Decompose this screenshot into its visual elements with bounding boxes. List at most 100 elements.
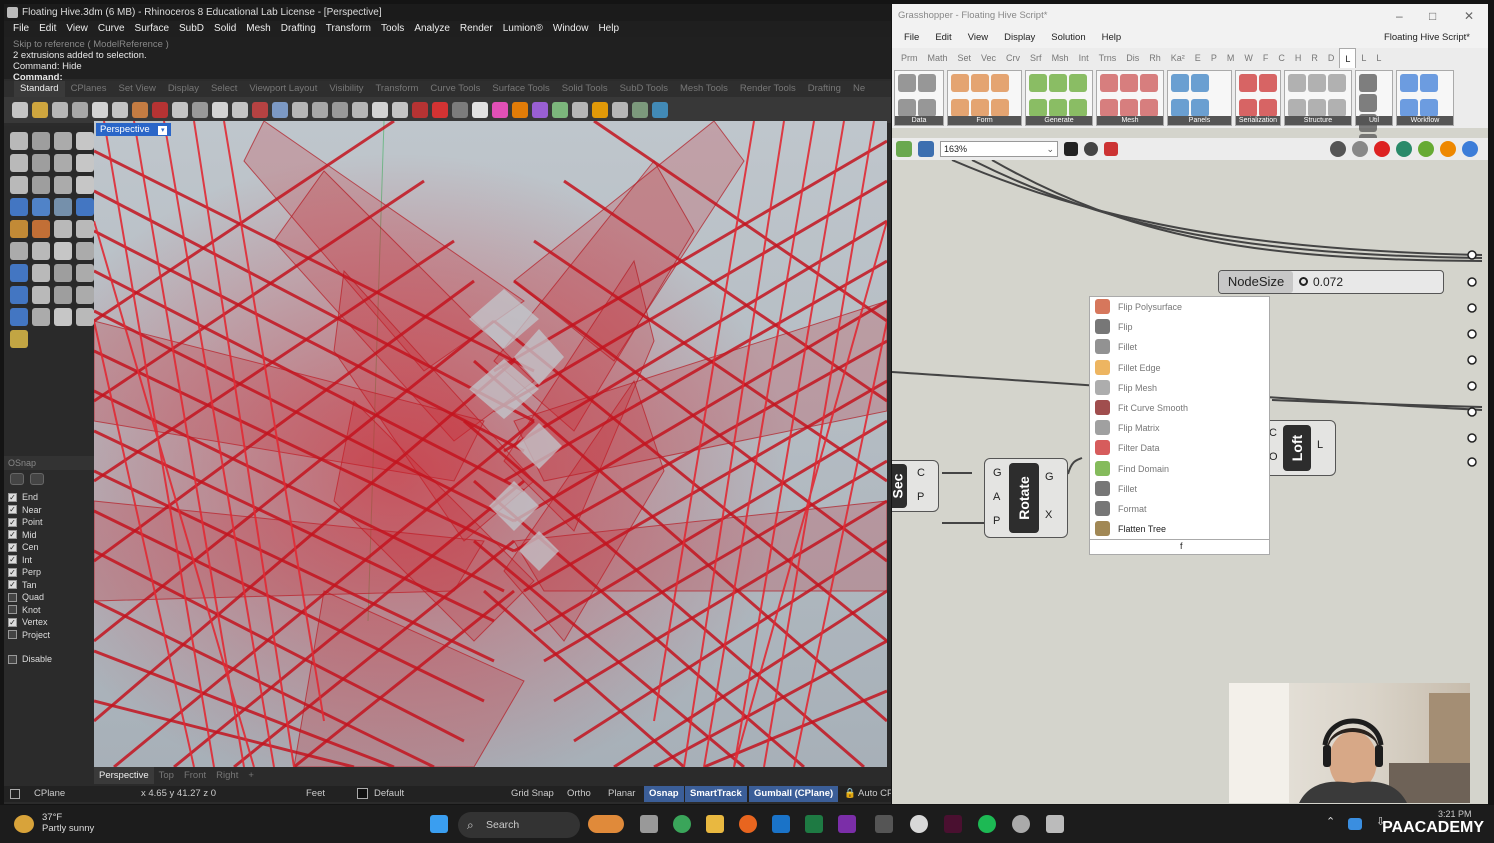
standard-tool-icon[interactable] — [412, 102, 428, 118]
gh-component-icon[interactable] — [1359, 94, 1377, 112]
gh-component-icon[interactable] — [951, 74, 969, 92]
gh-panel-label[interactable]: Serialization — [1236, 116, 1280, 125]
osnap-disable-checkbox[interactable] — [8, 654, 17, 664]
rhino-command-area[interactable]: Skip to reference ( ModelReference ) 2 e… — [4, 37, 891, 83]
gh-category-tab[interactable]: C — [1273, 48, 1290, 68]
standard-tool-icon[interactable] — [192, 102, 208, 118]
search-result-find-domain[interactable]: Find Domain — [1090, 459, 1269, 479]
toolbar-tab-set-view[interactable]: Set View — [112, 81, 161, 97]
toolbar-tab-standard[interactable]: Standard — [14, 81, 65, 97]
gh-component-icon[interactable] — [1239, 99, 1257, 117]
search-result-fillet[interactable]: Fillet — [1090, 337, 1269, 357]
osnap-item-point[interactable]: ✓ Point — [4, 516, 96, 529]
standard-tool-icon[interactable] — [112, 102, 128, 118]
gh-component-icon[interactable] — [1029, 99, 1047, 117]
menu-view[interactable]: View — [61, 21, 93, 37]
standard-tool-icon[interactable] — [472, 102, 488, 118]
gh-component-icon[interactable] — [1400, 99, 1418, 117]
standard-tool-icon[interactable] — [552, 102, 568, 118]
standard-tool-icon[interactable] — [252, 102, 268, 118]
standard-tool-icon[interactable] — [372, 102, 388, 118]
standard-tool-icon[interactable] — [132, 102, 148, 118]
taskbar-search[interactable]: ⌕ Search — [458, 812, 580, 838]
standard-tool-icon[interactable] — [12, 102, 28, 118]
gh-component-icon[interactable] — [1171, 74, 1189, 92]
gh-component-icon[interactable] — [1259, 99, 1277, 117]
standard-tool-icon[interactable] — [32, 102, 48, 118]
spotify-icon[interactable] — [978, 815, 996, 833]
gh-category-tab[interactable]: L — [1339, 48, 1357, 68]
standard-tool-icon[interactable] — [152, 102, 168, 118]
file-explorer-icon[interactable] — [706, 815, 724, 833]
tray-chevron-icon[interactable]: ⌃ — [1326, 815, 1335, 828]
gh-component-icon[interactable] — [1049, 74, 1067, 92]
gh-component-icon[interactable] — [1288, 74, 1306, 92]
nodesize-slider[interactable]: NodeSize 0.072 — [1218, 270, 1444, 294]
side-tool-icon[interactable] — [32, 220, 50, 238]
side-tool-icon[interactable] — [54, 176, 72, 194]
gh-component-icon[interactable] — [971, 99, 989, 117]
standard-tool-icon[interactable] — [612, 102, 628, 118]
standard-tool-icon[interactable] — [292, 102, 308, 118]
gh-menu-help[interactable]: Help — [1094, 28, 1130, 48]
gh-component-icon[interactable] — [1171, 99, 1189, 117]
menu-transform[interactable]: Transform — [321, 21, 376, 37]
gh-component-icon[interactable] — [898, 74, 916, 92]
toolbar-tab-surface-tools[interactable]: Surface Tools — [486, 81, 555, 97]
toolbar-tab-ne[interactable]: Ne — [847, 81, 871, 97]
side-tool-icon[interactable] — [32, 132, 50, 150]
lock-icon[interactable]: 🔒 — [844, 786, 856, 802]
search-result-flip[interactable]: Flip — [1090, 317, 1269, 337]
menu-curve[interactable]: Curve — [93, 21, 130, 37]
standard-tool-icon[interactable] — [352, 102, 368, 118]
gh-document-name[interactable]: Floating Hive Script* — [1376, 28, 1478, 48]
osnap-filter-icon[interactable] — [10, 473, 24, 485]
gh-component-icon[interactable] — [1069, 99, 1087, 117]
viewport-tab-front[interactable]: Front — [179, 767, 211, 784]
osnap-item-perp[interactable]: ✓ Perp — [4, 566, 96, 579]
osnap-item-near[interactable]: ✓ Near — [4, 504, 96, 517]
gh-component-icon[interactable] — [1239, 74, 1257, 92]
excel-icon[interactable] — [805, 815, 823, 833]
osnap-checkbox[interactable]: ✓ — [8, 505, 17, 515]
gh-category-tab[interactable]: H — [1290, 48, 1307, 68]
gh-category-tab[interactable]: P — [1206, 48, 1222, 68]
standard-tool-icon[interactable] — [652, 102, 668, 118]
search-result-flip-polysurface[interactable]: Flip Polysurface — [1090, 297, 1269, 317]
gh-category-tab[interactable]: Crv — [1001, 48, 1025, 68]
sketch-pen-icon[interactable] — [1104, 142, 1118, 156]
rotate-input-p[interactable]: P — [993, 515, 1000, 527]
gh-category-tab[interactable]: Set — [953, 48, 977, 68]
rhino-app-icon[interactable] — [1012, 815, 1030, 833]
gh-panel-label[interactable]: Generate — [1026, 116, 1092, 125]
standard-tool-icon[interactable] — [452, 102, 468, 118]
gh-category-tab[interactable]: Msh — [1047, 48, 1074, 68]
grasshopper-app-icon[interactable] — [1046, 815, 1064, 833]
gh-component-icon[interactable] — [1191, 74, 1209, 92]
toolbar-tab-viewport-layout[interactable]: Viewport Layout — [243, 81, 323, 97]
status-panel-icon[interactable] — [10, 789, 20, 799]
side-tool-icon[interactable] — [32, 176, 50, 194]
loft-component[interactable]: C O Loft L — [1264, 420, 1336, 476]
standard-tool-icon[interactable] — [492, 102, 508, 118]
side-tool-icon[interactable] — [10, 330, 28, 348]
standard-tool-icon[interactable] — [632, 102, 648, 118]
side-tool-icon[interactable] — [76, 264, 94, 282]
side-tool-icon[interactable] — [76, 286, 94, 304]
gh-panel-label[interactable]: Workflow — [1397, 116, 1453, 125]
rotate-output-x[interactable]: X — [1045, 509, 1052, 521]
save-icon[interactable] — [918, 141, 934, 157]
minimize-icon[interactable]: – — [1396, 4, 1403, 28]
standard-tool-icon[interactable] — [72, 102, 88, 118]
preview-mesh-icon[interactable] — [1418, 141, 1434, 157]
side-tool-icon[interactable] — [10, 198, 28, 216]
side-tool-icon[interactable] — [76, 242, 94, 260]
search-result-fillet-edge[interactable]: Fillet Edge — [1090, 358, 1269, 378]
gh-menu-view[interactable]: View — [960, 28, 996, 48]
gh-component-icon[interactable] — [1420, 74, 1438, 92]
side-tool-icon[interactable] — [76, 154, 94, 172]
shaded-preview-icon[interactable] — [1374, 141, 1390, 157]
osnap-item-mid[interactable]: ✓ Mid — [4, 529, 96, 542]
outlook-icon[interactable] — [772, 815, 790, 833]
standard-tool-icon[interactable] — [432, 102, 448, 118]
